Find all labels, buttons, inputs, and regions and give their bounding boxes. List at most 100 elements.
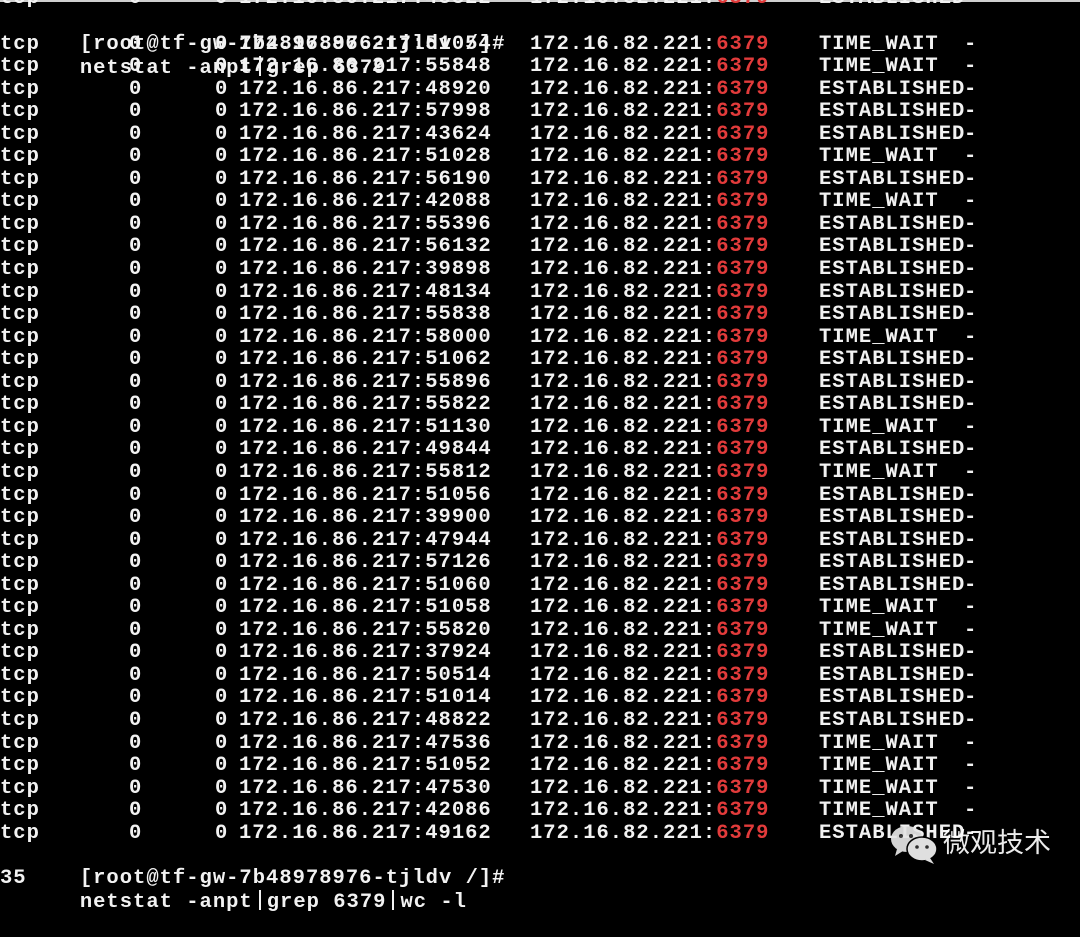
command-text: grep 6379 [266,891,387,915]
foreign-host: 172.16.82.221: [530,348,717,372]
recvq-cell: 0 [129,393,143,417]
pid-cell: - [964,663,978,687]
netstat-row: tcp 0 0 172.16.86.217:51054 172.16.82.221:63… [0,32,1080,57]
sendq-cell: 0 [215,280,229,304]
netstat-row: tcp 0 0 172.16.86.217:39898 172.16.82.221:63… [0,258,1080,282]
foreign-address-cell: 172.16.82.221:6379 [530,439,769,462]
sendq-cell: 0 [215,776,229,800]
pid-cell: - [964,754,978,778]
local-address-cell: 172.16.86.217:47536 [239,731,492,755]
local-address-cell: 172.16.86.217:37924 [239,641,492,665]
proto-cell: tcp [0,483,40,507]
sendq-cell: 0 [215,438,229,462]
foreign-port-highlight: 6379 [716,0,769,10]
foreign-host: 172.16.82.221: [530,483,717,507]
sendq-cell: 0 [215,190,229,214]
foreign-host: 172.16.82.221: [530,370,717,394]
sendq-cell: 0 [215,483,229,507]
recvq-cell: 0 [129,325,143,349]
foreign-port-highlight: 6379 [716,551,770,575]
foreign-port-highlight: 6379 [716,528,770,552]
recvq-cell: 0 [129,348,143,372]
proto-cell: tcp [0,0,40,11]
local-address-cell: 172.16.86.217:51062 [239,348,492,372]
local-address-cell: 172.16.86.217:55820 [239,618,492,642]
sendq-cell: 0 [215,122,229,146]
state-cell: ESTABLISHED [819,709,966,732]
local-address-cell: 172.16.86.217:49844 [239,438,492,462]
foreign-address-cell: 172.16.82.221:6379 [530,191,769,214]
foreign-address-cell: 172.16.82.221:6379 [530,0,769,11]
sendq-cell: 0 [215,303,229,327]
foreign-address-cell: 172.16.82.221:6379 [530,573,770,598]
state-cell: ESTABLISHED [819,686,966,710]
state-cell: ESTABLISHED [819,348,966,372]
foreign-host: 172.16.82.221: [530,754,717,778]
recvq-cell: 0 [129,258,143,281]
foreign-host: 172.16.82.221: [530,731,717,755]
proto-cell: tcp [0,393,40,417]
foreign-port-highlight: 6379 [716,573,770,597]
recvq-cell: 0 [129,303,143,327]
foreign-address-cell: 172.16.82.221:6379 [530,122,769,147]
foreign-port-highlight: 6379 [716,393,770,417]
pid-cell: - [964,370,978,394]
foreign-address-cell: 172.16.82.221:6379 [530,618,769,643]
pipe-symbol [258,890,261,911]
foreign-address-cell: 172.16.82.221:6379 [530,303,769,327]
recvq-cell: 0 [129,32,143,56]
proto-cell: tcp [0,77,40,101]
foreign-port-highlight: 6379 [716,776,770,800]
foreign-port-highlight: 6379 [716,799,770,823]
proto-cell: tcp [0,122,40,146]
foreign-host: 172.16.82.221: [530,280,717,304]
proto-cell: tcp [0,415,40,439]
netstat-row: tcp 0 0 172.16.86.217:42088 172.16.82.221:63… [0,191,1080,214]
pid-cell: - [964,528,978,552]
netstat-row: tcp 0 0 172.16.86.217:51052 172.16.82.221:63… [0,754,1080,778]
netstat-row: tcp 0 0 172.16.86.217:47536 172.16.82.221:63… [0,731,1080,756]
foreign-port-highlight: 6379 [716,348,770,372]
recvq-cell: 0 [129,55,143,79]
foreign-host: 172.16.82.221: [530,573,717,597]
sendq-cell: 0 [215,0,228,11]
pid-cell: - [964,77,978,101]
foreign-host: 172.16.82.221: [530,460,717,484]
foreign-address-cell: 172.16.82.221:6379 [530,258,770,282]
terminal-window[interactable]: tcp 0 0 172.16.86.217:48822 172.16.82.22… [0,0,1080,914]
pid-cell: - [964,122,978,146]
state-cell: TIME_WAIT [819,145,939,169]
foreign-host: 172.16.82.221: [530,663,717,687]
foreign-host: 172.16.82.221: [530,77,717,101]
foreign-host: 172.16.82.221: [530,122,717,146]
sendq-cell: 0 [215,258,229,281]
proto-cell: tcp [0,709,40,732]
local-address-cell: 172.16.86.217:51054 [239,32,492,56]
state-cell: TIME_WAIT [819,731,939,755]
foreign-host: 172.16.82.221: [530,100,717,124]
foreign-address-cell: 172.16.82.221:6379 [530,822,769,846]
state-cell: TIME_WAIT [819,596,939,620]
state-cell: ESTABLISHED [819,528,966,552]
netstat-row: tcp 0 0 172.16.86.217:56132 172.16.82.221:63… [0,236,1080,259]
foreign-host: 172.16.82.221: [530,618,717,642]
state-cell: TIME_WAIT [819,55,939,79]
foreign-port-highlight: 6379 [716,596,770,620]
local-address-cell: 172.16.86.217:48822 [239,0,492,11]
netstat-row: tcp 0 0 172.16.86.217:51058 172.16.82.221:63… [0,596,1080,620]
foreign-host: 172.16.82.221: [530,258,717,281]
foreign-address-cell: 172.16.82.221:6379 [530,642,769,665]
netstat-row: tcp 0 0 172.16.86.217:57998 172.16.82.221:63… [0,100,1080,124]
state-cell: ESTABLISHED [819,212,966,236]
recvq-cell: 0 [129,370,143,394]
foreign-host: 172.16.82.221: [530,799,717,823]
sendq-cell: 0 [215,709,229,732]
state-cell: TIME_WAIT [819,776,939,800]
recvq-cell: 0 [129,731,143,755]
pid-cell: - [964,483,978,507]
proto-cell: tcp [0,55,40,79]
netstat-row: tcp 0 0 172.16.86.217:55848 172.16.82.221:63… [0,55,1080,79]
pid-cell: - [964,258,978,281]
foreign-host: 172.16.82.221: [530,596,717,620]
foreign-port-highlight: 6379 [716,258,770,281]
